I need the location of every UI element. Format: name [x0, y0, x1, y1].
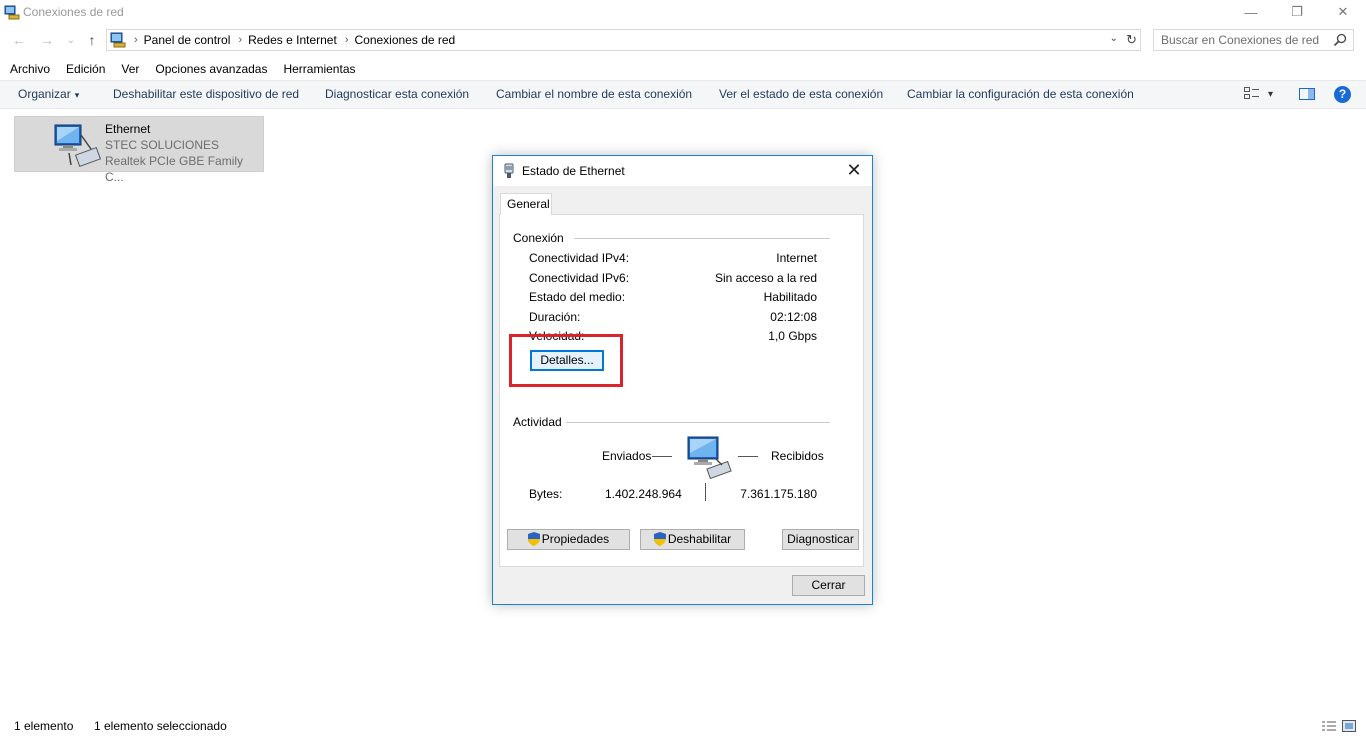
- organize-label: Organizar: [18, 87, 71, 101]
- chevron-down-icon: ▾: [74, 90, 80, 100]
- general-tab-panel: Conexión Conectividad IPv4: Internet Con…: [499, 214, 864, 567]
- address-row: ← → ⌄ ↑ › Panel de control › Redes e Inte…: [0, 28, 1366, 52]
- search-icon[interactable]: [1333, 33, 1347, 47]
- disable-button[interactable]: Deshabilitar: [640, 529, 745, 550]
- close-window-button[interactable]: ✕: [1320, 0, 1366, 24]
- ipv6-label: Conectividad IPv6:: [529, 271, 630, 285]
- breadcrumb-network-internet[interactable]: Redes e Internet: [248, 33, 337, 47]
- dialog-title: Estado de Ethernet: [522, 164, 625, 178]
- refresh-button[interactable]: ↻: [1126, 32, 1137, 48]
- selected-count: 1 elemento seleccionado: [94, 719, 227, 733]
- group-divider: [574, 238, 830, 239]
- up-button[interactable]: ↑: [82, 30, 102, 50]
- title-bar: Conexiones de red — ❐ ✕: [0, 0, 1366, 24]
- minimize-button[interactable]: —: [1228, 0, 1274, 24]
- speed-value: 1,0 Gbps: [768, 329, 817, 343]
- ethernet-connection-item[interactable]: Ethernet STEC SOLUCIONES Realtek PCIe GB…: [14, 116, 264, 184]
- activity-group-heading: Actividad: [513, 415, 562, 429]
- sent-label: Enviados: [602, 449, 652, 463]
- help-icon[interactable]: ?: [1334, 86, 1351, 103]
- bytes-received-value: 7.361.175.180: [740, 487, 817, 501]
- group-divider: [566, 422, 830, 423]
- change-settings-button[interactable]: Cambiar la configuración de esta conexió…: [907, 81, 1134, 108]
- breadcrumb-separator[interactable]: ›: [345, 34, 349, 46]
- forward-button[interactable]: →: [37, 30, 57, 50]
- media-state-label: Estado del medio:: [529, 290, 626, 304]
- disable-device-button[interactable]: Deshabilitar este dispositivo de red: [113, 81, 299, 108]
- change-view-icon[interactable]: [1244, 87, 1260, 101]
- search-input[interactable]: [1161, 33, 1331, 47]
- large-icons-view-icon[interactable]: [1342, 720, 1356, 732]
- menu-edicion[interactable]: Edición: [58, 60, 113, 78]
- bytes-label: Bytes:: [529, 487, 563, 501]
- menu-ver[interactable]: Ver: [113, 60, 147, 78]
- organize-button[interactable]: Organizar ▾: [18, 81, 79, 108]
- bytes-divider: [705, 483, 706, 501]
- breadcrumb-control-panel[interactable]: Panel de control: [144, 33, 231, 47]
- recent-locations-button[interactable]: ⌄: [61, 30, 81, 50]
- preview-pane-icon[interactable]: [1299, 87, 1315, 101]
- shield-icon: [653, 532, 666, 546]
- address-bar[interactable]: › Panel de control › Redes e Internet › Co…: [106, 29, 1141, 51]
- menu-bar: Archivo Edición Ver Opciones avanzadas H…: [0, 60, 364, 78]
- ipv6-value: Sin acceso a la red: [714, 271, 817, 285]
- status-bar: 1 elemento 1 elemento seleccionado: [0, 716, 1366, 736]
- view-status-button[interactable]: Ver el estado de esta conexión: [719, 81, 883, 108]
- connection-group-heading: Conexión: [513, 231, 564, 245]
- network-adapter-icon: [54, 124, 102, 168]
- shield-icon: [527, 532, 540, 546]
- properties-button[interactable]: Propiedades: [507, 529, 630, 550]
- diagnose-button[interactable]: Diagnosticar: [782, 529, 859, 550]
- connection-name: Ethernet: [105, 122, 151, 136]
- menu-archivo[interactable]: Archivo: [0, 60, 58, 78]
- received-line: [738, 456, 758, 457]
- ethernet-plug-icon: [504, 163, 514, 178]
- network-connections-icon: [4, 4, 20, 20]
- breadcrumb-separator[interactable]: ›: [238, 34, 242, 46]
- network-activity-icon: [687, 436, 732, 480]
- diagnose-connection-button[interactable]: Diagnosticar esta conexión: [325, 81, 469, 108]
- rename-connection-button[interactable]: Cambiar el nombre de esta conexión: [496, 81, 692, 108]
- tab-general[interactable]: General: [500, 193, 552, 215]
- view-options-chevron-icon[interactable]: ▾: [1268, 81, 1273, 108]
- search-box[interactable]: [1153, 29, 1354, 51]
- item-count: 1 elemento: [14, 719, 74, 733]
- address-dropdown-button[interactable]: ⌄: [1110, 33, 1118, 44]
- ipv4-label: Conectividad IPv4:: [529, 251, 630, 265]
- window-title: Conexiones de red: [23, 5, 124, 19]
- details-highlight-box: [509, 334, 623, 387]
- ipv4-value: Internet: [776, 251, 817, 265]
- dialog-close-icon[interactable]: ✕: [844, 160, 864, 181]
- dialog-title-bar: Estado de Ethernet ✕: [493, 156, 872, 186]
- control-panel-icon: [110, 32, 126, 48]
- close-button[interactable]: Cerrar: [792, 575, 865, 596]
- breadcrumb-network-connections[interactable]: Conexiones de red: [354, 33, 455, 47]
- duration-label: Duración:: [529, 310, 581, 324]
- breadcrumb-separator: ›: [134, 34, 138, 46]
- bytes-sent-value: 1.402.248.964: [605, 487, 682, 501]
- back-button[interactable]: ←: [9, 30, 29, 50]
- received-label: Recibidos: [771, 449, 824, 463]
- sent-line: [652, 456, 672, 457]
- connection-network: STEC SOLUCIONES: [105, 138, 220, 152]
- menu-opciones-avanzadas[interactable]: Opciones avanzadas: [147, 60, 275, 78]
- connection-adapter: Realtek PCIe GBE Family C...: [105, 154, 244, 184]
- duration-value: 02:12:08: [770, 310, 817, 324]
- properties-label: Propiedades: [541, 532, 610, 546]
- disable-label: Deshabilitar: [667, 532, 732, 546]
- restore-button[interactable]: ❐: [1274, 0, 1320, 24]
- menu-herramientas[interactable]: Herramientas: [275, 60, 363, 78]
- command-bar: Organizar ▾ Deshabilitar este dispositivo…: [0, 80, 1366, 109]
- details-view-icon[interactable]: [1322, 720, 1336, 732]
- media-state-value: Habilitado: [763, 290, 817, 304]
